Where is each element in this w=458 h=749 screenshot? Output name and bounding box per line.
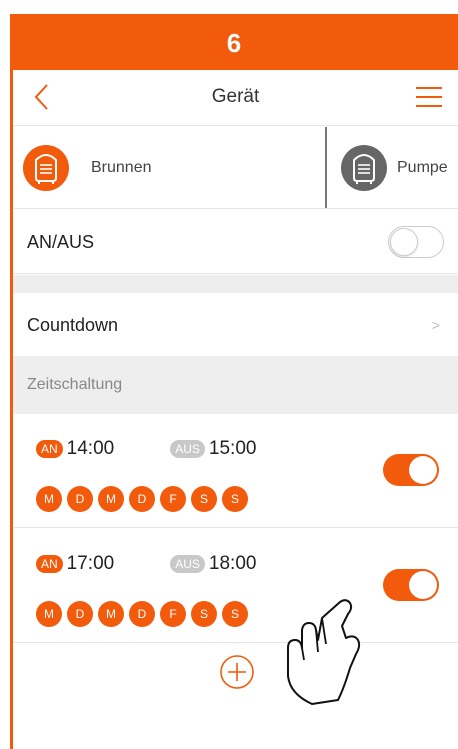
weekday-fri: F: [160, 601, 186, 627]
timer-item[interactable]: AN 17:00 AUS 18:00 M D M D F S S: [13, 529, 458, 643]
device-label-brunnen: Brunnen: [91, 159, 152, 176]
chevron-right-icon: >: [431, 317, 440, 333]
schedule-section-label: Zeitschaltung: [27, 376, 123, 393]
countdown-label: Countdown: [27, 315, 119, 335]
device-selector: Brunnen Pumpe: [13, 127, 458, 209]
weekday-mon: M: [36, 486, 62, 512]
fan-heater-icon: [341, 145, 387, 191]
page-title: Gerät: [211, 86, 260, 107]
timer-toggle[interactable]: [383, 569, 439, 601]
weekday-wed: M: [98, 601, 124, 627]
toggle-knob: [409, 571, 437, 599]
device-label-pumpe: Pumpe: [397, 159, 448, 176]
power-row: AN/AUS: [13, 210, 458, 274]
weekday-mon: M: [36, 601, 62, 627]
countdown-row[interactable]: Countdown >: [13, 293, 458, 355]
toggle-knob: [409, 456, 437, 484]
on-time: 14:00: [66, 438, 115, 459]
app-header: Gerät: [13, 70, 458, 126]
step-banner: 6: [10, 14, 458, 70]
device-tab-brunnen[interactable]: Brunnen: [23, 127, 152, 208]
device-divider: [325, 127, 327, 208]
weekday-sun: S: [222, 601, 248, 627]
power-label: AN/AUS: [27, 232, 95, 252]
off-time: 15:00: [208, 438, 257, 459]
weekday-list: M D M D F S S: [36, 486, 253, 512]
on-badge: AN: [36, 555, 63, 573]
app-screen: 6 Gerät Brunnen Pumpe AN/AUS Countdown >…: [0, 0, 458, 749]
weekday-sat: S: [191, 601, 217, 627]
weekday-fri: F: [160, 486, 186, 512]
weekday-sun: S: [222, 486, 248, 512]
weekday-thu: D: [129, 601, 155, 627]
weekday-tue: D: [67, 486, 93, 512]
weekday-tue: D: [67, 601, 93, 627]
timer-toggle[interactable]: [383, 454, 439, 486]
timer-times: AN 17:00 AUS 18:00: [36, 553, 256, 575]
tap-hand-icon: [287, 599, 361, 705]
timer-times: AN 14:00 AUS 15:00: [36, 438, 256, 460]
on-time: 17:00: [66, 553, 115, 574]
hamburger-menu-icon[interactable]: [414, 84, 444, 110]
fan-heater-icon: [23, 145, 69, 191]
section-spacer: [13, 275, 458, 293]
weekday-sat: S: [191, 486, 217, 512]
off-badge: AUS: [170, 555, 205, 573]
weekday-wed: M: [98, 486, 124, 512]
plus-circle-icon[interactable]: [219, 654, 255, 690]
schedule-section-header: Zeitschaltung: [13, 356, 458, 414]
power-toggle[interactable]: [388, 226, 444, 258]
off-time: 18:00: [208, 553, 257, 574]
timer-item[interactable]: AN 14:00 AUS 15:00 M D M D F S S: [13, 414, 458, 528]
step-number: 6: [226, 28, 242, 58]
off-badge: AUS: [170, 440, 205, 458]
weekday-thu: D: [129, 486, 155, 512]
on-badge: AN: [36, 440, 63, 458]
weekday-list: M D M D F S S: [36, 601, 253, 627]
device-tab-pumpe[interactable]: Pumpe: [341, 127, 448, 208]
toggle-knob: [390, 228, 418, 256]
